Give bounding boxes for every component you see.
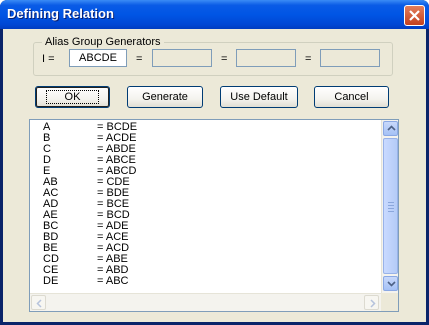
generate-button[interactable]: Generate: [127, 86, 203, 108]
effect-term: DE: [43, 275, 59, 287]
generator-field-3[interactable]: [236, 49, 296, 67]
equals-label-2: =: [221, 53, 228, 65]
alias-rows: A = BCDE B = ACDE C = ABDE D = ABCE E = ABCD AB = C…: [43, 122, 137, 287]
vertical-scroll-thumb[interactable]: [383, 138, 398, 274]
horizontal-scrollbar[interactable]: [30, 293, 382, 311]
generator-field-4[interactable]: [320, 49, 380, 67]
equals-label-3: =: [305, 53, 312, 65]
title-bar[interactable]: Defining Relation: [0, 0, 429, 29]
scrollbar-corner: [381, 293, 398, 311]
vertical-scrollbar[interactable]: [381, 120, 398, 293]
scroll-up-button[interactable]: [383, 121, 398, 136]
dialog-window: Defining Relation Alias Group Generators…: [0, 0, 429, 325]
effect-term: D: [43, 154, 51, 166]
chevron-right-icon: [370, 299, 376, 308]
scroll-left-button[interactable]: [31, 295, 46, 310]
scroll-down-button[interactable]: [383, 276, 398, 291]
effect-term: B: [43, 132, 51, 144]
window-title: Defining Relation: [7, 6, 114, 21]
grip-icon: [388, 202, 394, 214]
generator-field-2[interactable]: [152, 49, 212, 67]
ok-button-label: OK: [45, 90, 100, 104]
chevron-left-icon: [36, 299, 42, 308]
ok-button[interactable]: OK: [35, 86, 110, 108]
scroll-right-button[interactable]: [364, 295, 379, 310]
list-item[interactable]: DE = ABC: [43, 276, 137, 287]
effect-term: C: [43, 143, 51, 155]
close-icon: [409, 10, 420, 21]
identity-label: I =: [42, 53, 55, 65]
alias-group-legend: Alias Group Generators: [42, 36, 164, 48]
equals-label-1: =: [136, 53, 143, 65]
alias-structure-list[interactable]: A = BCDE B = ACDE C = ABDE D = ABCE E = ABCD AB = C…: [29, 119, 399, 312]
cancel-button[interactable]: Cancel: [314, 86, 389, 108]
chevron-down-icon: [387, 281, 396, 287]
chevron-up-icon: [387, 125, 396, 131]
close-button[interactable]: [404, 5, 425, 26]
dialog-body: Alias Group Generators I = ABCDE = = = O…: [3, 29, 426, 322]
use-default-button[interactable]: Use Default: [220, 86, 298, 108]
generator-field-1[interactable]: ABCDE: [69, 49, 127, 67]
effect-term: A: [43, 121, 51, 133]
alias-expression: = ABC: [97, 275, 129, 287]
